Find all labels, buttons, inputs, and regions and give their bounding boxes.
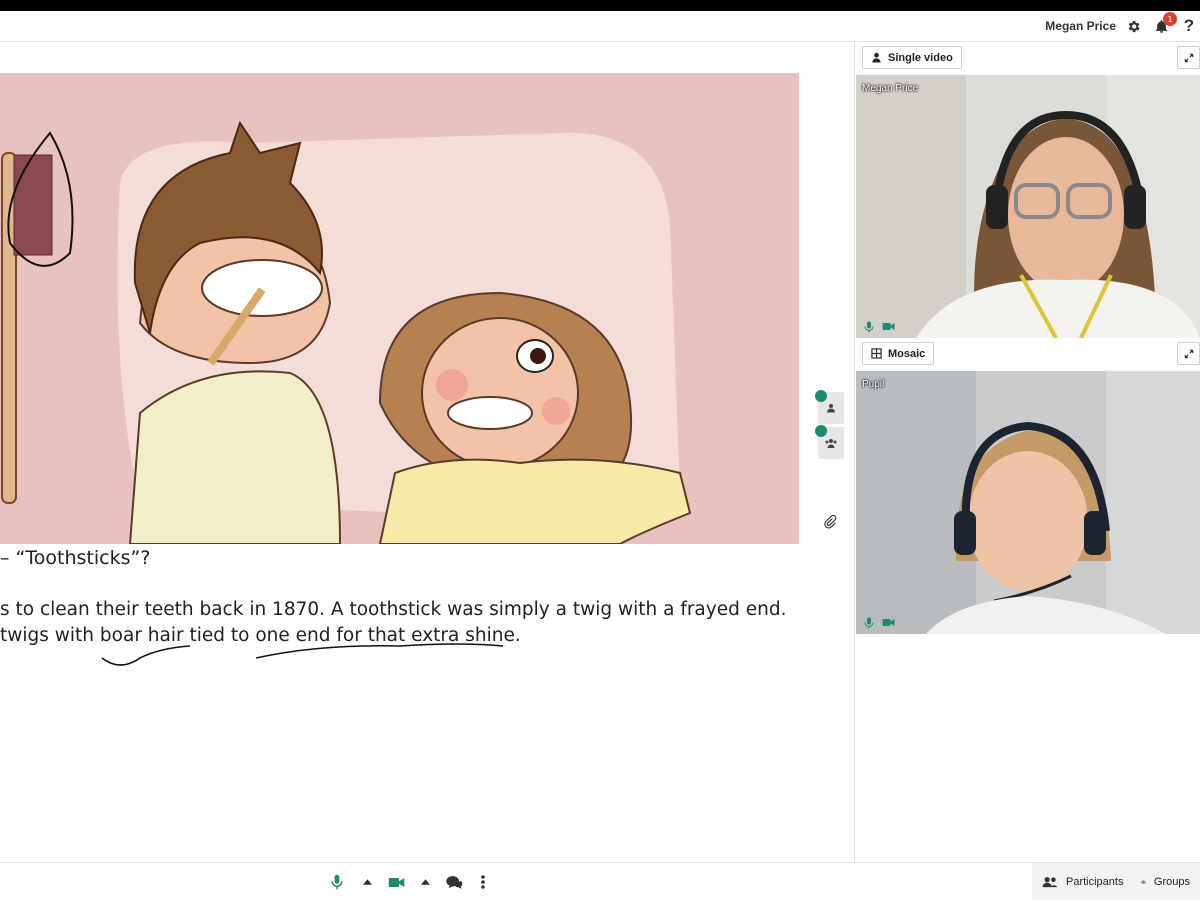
- expand-button[interactable]: [1177, 342, 1200, 365]
- camera-icon: [388, 877, 404, 887]
- pupil-name-label: Pupil: [862, 379, 885, 390]
- status-dot: [815, 425, 827, 437]
- settings-gear-icon[interactable]: [1124, 17, 1142, 35]
- notification-badge: 1: [1163, 12, 1177, 26]
- single-video-button[interactable]: Single video: [862, 46, 962, 69]
- single-video-header: Single video: [856, 42, 1200, 75]
- person-icon: [872, 52, 881, 63]
- pupil-video-tile[interactable]: Pupil: [856, 371, 1200, 634]
- teacher-video-tile[interactable]: Megan Price: [856, 75, 1200, 338]
- participants-button[interactable]: Participants: [1032, 863, 1134, 900]
- pupil-media-status: [864, 617, 895, 629]
- slide-text-line: twigs with boar hair tied to one end for…: [0, 625, 521, 646]
- group-participants-button[interactable]: [815, 425, 844, 459]
- microphone-icon: [331, 874, 343, 890]
- teacher-video-feed: [856, 75, 1200, 338]
- video-panel: Single video Megan Price Mosaic Pupil: [856, 42, 1200, 862]
- slide-heading: – “Toothsticks”?: [0, 547, 151, 569]
- mosaic-label: Mosaic: [888, 347, 926, 360]
- single-participant-button[interactable]: [815, 390, 844, 424]
- single-video-label: Single video: [888, 51, 953, 64]
- more-options-icon: [481, 875, 485, 889]
- teacher-name-label: Megan Price: [862, 83, 919, 94]
- groups-label: Groups: [1153, 875, 1190, 888]
- chat-icon: [446, 875, 463, 889]
- groups-icon: [1141, 880, 1146, 883]
- caret-up-icon: [362, 879, 372, 885]
- user-name[interactable]: Megan Price: [1045, 19, 1116, 33]
- expand-icon: [1184, 53, 1193, 62]
- microphone-options-caret[interactable]: [357, 872, 377, 892]
- help-question-icon[interactable]: ?: [1180, 16, 1198, 35]
- illustration-toothbrushing-children: [0, 73, 799, 544]
- pupil-video-feed: [856, 371, 1200, 634]
- expand-button[interactable]: [1177, 46, 1200, 69]
- grid-icon: [871, 348, 882, 359]
- bottom-control-bar: Participants Groups: [0, 862, 1200, 900]
- attachment-paperclip-icon[interactable]: [823, 514, 841, 533]
- window-top-edge: [0, 0, 1200, 11]
- notification-bell-icon[interactable]: 1: [1152, 12, 1177, 35]
- camera-icon: [882, 619, 895, 626]
- camera-icon: [882, 323, 895, 330]
- microphone-icon: [864, 321, 874, 333]
- group-participants-icon: [825, 439, 837, 448]
- status-dot: [815, 390, 827, 402]
- slide-text-line: s to clean their teeth back in 1870. A t…: [0, 599, 787, 620]
- presentation-slide-area: – “Toothsticks”? s to clean their teeth …: [0, 42, 855, 862]
- slide-illustration: [0, 73, 799, 544]
- groups-button[interactable]: Groups: [1131, 863, 1200, 900]
- chat-button[interactable]: [444, 872, 464, 892]
- single-participant-icon: [827, 404, 835, 413]
- mosaic-header: Mosaic: [856, 338, 1200, 371]
- more-options-button[interactable]: [473, 872, 493, 892]
- teacher-media-status: [864, 321, 895, 333]
- top-bar: Megan Price 1 ?: [0, 11, 1200, 42]
- caret-up-icon: [420, 879, 430, 885]
- microphone-icon: [864, 617, 874, 629]
- expand-icon: [1184, 349, 1193, 358]
- microphone-toggle[interactable]: [327, 872, 347, 892]
- camera-toggle[interactable]: [386, 872, 406, 892]
- participants-label: Participants: [1066, 875, 1124, 888]
- mosaic-button[interactable]: Mosaic: [862, 342, 935, 365]
- participants-icon: [1042, 876, 1058, 887]
- camera-options-caret[interactable]: [415, 872, 435, 892]
